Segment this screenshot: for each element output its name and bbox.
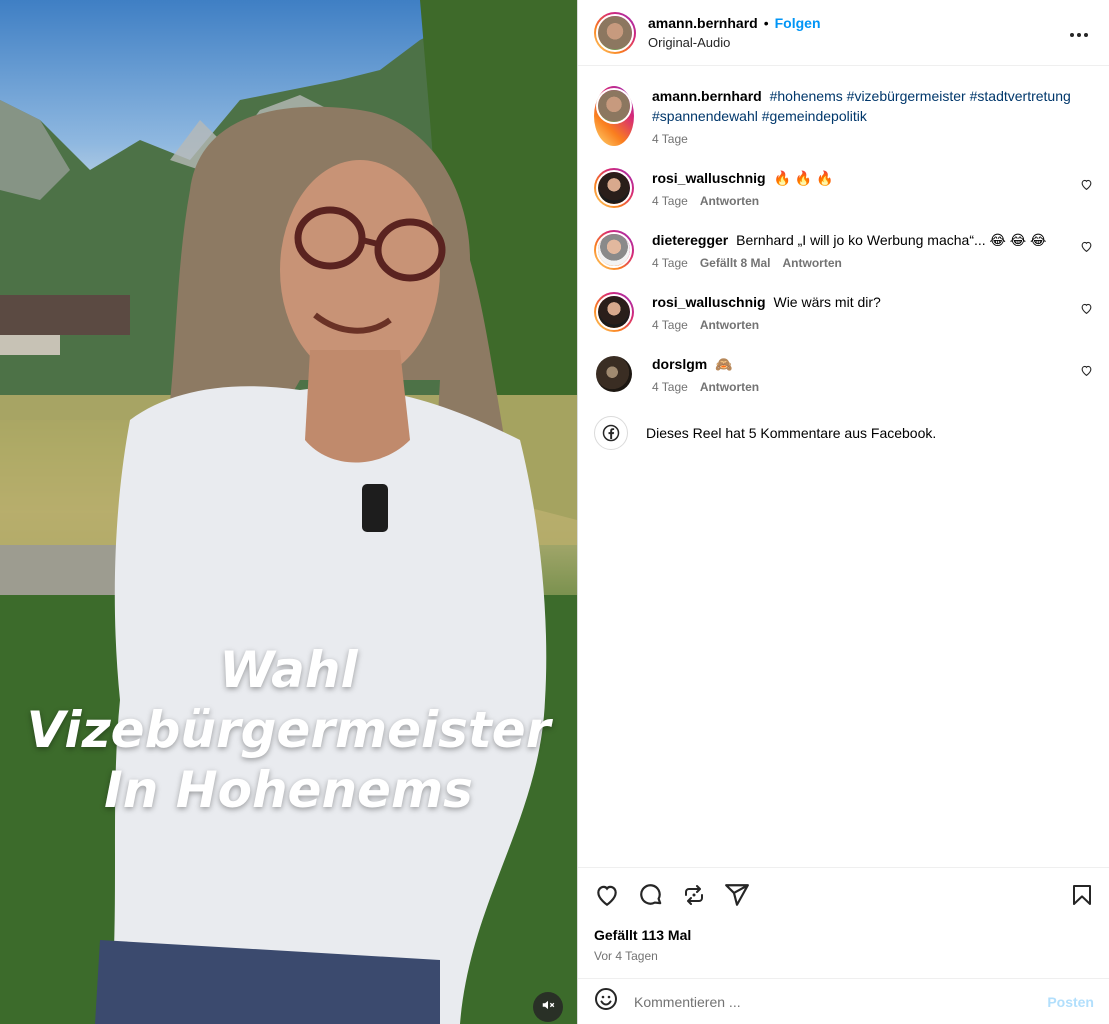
- reply-button[interactable]: Antworten: [700, 380, 759, 394]
- hashtag-link[interactable]: #vizebürgermeister: [847, 88, 966, 104]
- video-frame: [0, 0, 577, 1024]
- follow-button[interactable]: Folgen: [775, 15, 821, 31]
- comment-time[interactable]: 4 Tage: [652, 194, 688, 208]
- hashtag-link[interactable]: #stadtvertretung: [970, 88, 1071, 104]
- comment-username[interactable]: dorslgm: [652, 356, 707, 372]
- audio-link[interactable]: Original-Audio: [648, 35, 1065, 50]
- comment-icon[interactable]: [638, 882, 664, 913]
- mute-toggle-button[interactable]: [533, 992, 563, 1022]
- comment-input[interactable]: [634, 993, 1048, 1010]
- comment-heart-icon[interactable]: [1080, 240, 1093, 258]
- facebook-icon: [594, 416, 628, 450]
- comment-username[interactable]: dieteregger: [652, 232, 728, 248]
- comment-text: 🙈: [715, 356, 733, 372]
- hashtag-link[interactable]: #hohenems: [770, 88, 843, 104]
- comment-item: rosi_walluschnig Wie wärs mit dir? 4 Tag…: [594, 292, 1093, 332]
- comment-heart-icon[interactable]: [1080, 302, 1093, 320]
- video-overlay-text: Wahl Vizebürgermeister In Hohenems: [0, 640, 577, 820]
- facebook-comments-note: Dieses Reel hat 5 Kommentare aus Faceboo…: [594, 416, 1093, 450]
- bookmark-icon[interactable]: [1070, 883, 1094, 912]
- caption-time[interactable]: 4 Tage: [652, 132, 688, 146]
- post-comment-button[interactable]: Posten: [1047, 994, 1094, 1010]
- commenter-avatar[interactable]: [594, 354, 634, 394]
- facebook-note-text: Dieses Reel hat 5 Kommentare aus Faceboo…: [646, 425, 937, 441]
- caption-avatar[interactable]: [594, 86, 634, 146]
- comment-time[interactable]: 4 Tage: [652, 380, 688, 394]
- comment-username[interactable]: rosi_walluschnig: [652, 170, 766, 186]
- comment-time[interactable]: 4 Tage: [652, 318, 688, 332]
- author-avatar[interactable]: [594, 11, 636, 54]
- comment-username[interactable]: rosi_walluschnig: [652, 294, 766, 310]
- comment-item: rosi_walluschnig 🔥 🔥 🔥 4 Tage Antworten: [594, 168, 1093, 208]
- post-actions: Gefällt 113 Mal Vor 4 Tagen: [578, 867, 1109, 963]
- comment-heart-icon[interactable]: [1080, 178, 1093, 196]
- comments-list: amann.bernhard #hohenems #vizebürgermeis…: [578, 66, 1109, 866]
- reply-button[interactable]: Antworten: [700, 194, 759, 208]
- hashtag-link[interactable]: #gemeindepolitik: [762, 108, 867, 124]
- overlay-line: Vizebürgermeister: [26, 701, 551, 759]
- post-header: amann.bernhard • Folgen Original-Audio: [578, 0, 1109, 66]
- repost-icon[interactable]: [682, 883, 706, 912]
- reply-button[interactable]: Antworten: [700, 318, 759, 332]
- post-time[interactable]: Vor 4 Tagen: [594, 949, 1094, 963]
- heart-icon[interactable]: [594, 882, 620, 913]
- separator: •: [763, 15, 769, 31]
- comment-time[interactable]: 4 Tage: [652, 256, 688, 270]
- commenter-avatar[interactable]: [594, 230, 634, 270]
- comment-item: dieteregger Bernhard „I will jo ko Werbu…: [594, 230, 1093, 270]
- share-icon[interactable]: [724, 882, 750, 913]
- overlay-line: Wahl: [219, 641, 358, 699]
- emoji-icon[interactable]: [594, 987, 618, 1016]
- author-username[interactable]: amann.bernhard: [648, 15, 758, 31]
- post-side-panel: amann.bernhard • Folgen Original-Audio a…: [577, 0, 1109, 1024]
- caption: amann.bernhard #hohenems #vizebürgermeis…: [594, 86, 1093, 146]
- commenter-avatar[interactable]: [594, 292, 634, 332]
- comment-text: Bernhard „I will jo ko Werbung macha“...…: [736, 232, 1047, 248]
- comment-text: Wie wärs mit dir?: [773, 294, 881, 310]
- commenter-avatar[interactable]: [594, 168, 634, 208]
- muted-icon: [541, 998, 555, 1017]
- more-options-icon[interactable]: [1065, 17, 1093, 48]
- comment-item: dorslgm 🙈 4 Tage Antworten: [594, 354, 1093, 394]
- reply-button[interactable]: Antworten: [783, 256, 842, 270]
- caption-username[interactable]: amann.bernhard: [652, 88, 762, 104]
- comment-composer: Posten: [578, 978, 1109, 1024]
- reel-video[interactable]: Wahl Vizebürgermeister In Hohenems: [0, 0, 577, 1024]
- like-count[interactable]: Gefällt 113 Mal: [594, 927, 1094, 943]
- comment-text: 🔥 🔥 🔥: [773, 170, 834, 186]
- overlay-line: In Hohenems: [104, 761, 473, 819]
- comment-heart-icon[interactable]: [1080, 364, 1093, 382]
- comment-likes[interactable]: Gefällt 8 Mal: [700, 256, 771, 270]
- hashtag-link[interactable]: #spannendewahl: [652, 108, 758, 124]
